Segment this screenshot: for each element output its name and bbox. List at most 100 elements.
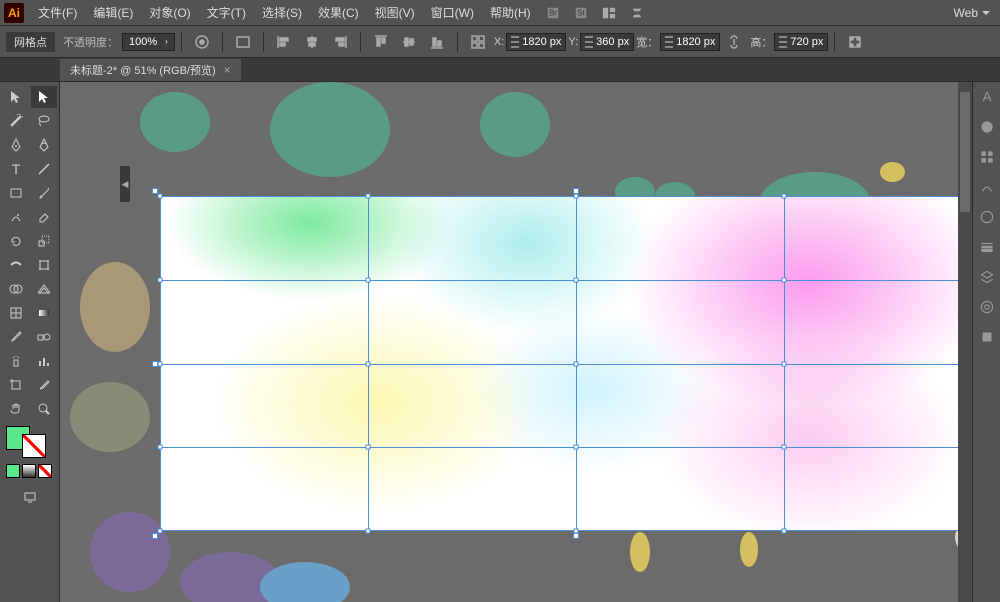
curvature-tool[interactable] (31, 134, 57, 156)
document-tab-title: 未标题-2* @ 51% (RGB/预览) (70, 62, 216, 78)
right-panel-strip: A (972, 82, 1000, 602)
appearance-panel-icon[interactable] (978, 298, 996, 316)
graphic-styles-panel-icon[interactable] (978, 328, 996, 346)
bridge-icon[interactable]: Br (541, 3, 565, 23)
h-label: 高： (750, 34, 772, 50)
rotate-tool[interactable] (3, 230, 29, 252)
w-input[interactable]: 1820 px (660, 33, 720, 51)
menu-object[interactable]: 对象(O) (141, 4, 198, 21)
stroke-panel-icon[interactable] (978, 238, 996, 256)
width-tool[interactable] (3, 254, 29, 276)
workspace-switcher[interactable]: Web (948, 6, 996, 20)
slice-tool[interactable] (31, 374, 57, 396)
mesh-object[interactable] (160, 196, 972, 531)
h-input[interactable]: 720 px (774, 33, 828, 51)
align-hcenter-icon[interactable] (300, 30, 324, 54)
splat-decoration (140, 92, 210, 152)
align-top-icon[interactable] (369, 30, 393, 54)
scrollbar-thumb[interactable] (960, 92, 970, 212)
color-mode-icon[interactable] (6, 464, 20, 478)
lasso-tool[interactable] (31, 110, 57, 132)
menu-window[interactable]: 窗口(W) (423, 4, 482, 21)
rectangle-tool[interactable] (3, 182, 29, 204)
selection-tool[interactable] (3, 86, 29, 108)
pen-tool[interactable] (3, 134, 29, 156)
gradient-mode-icon[interactable] (22, 464, 36, 478)
selection-mode-label: 网格点 (6, 32, 55, 52)
arrange-docs-icon[interactable] (597, 3, 621, 23)
transform-icon[interactable] (466, 30, 490, 54)
menu-view[interactable]: 视图(V) (367, 4, 423, 21)
menu-edit[interactable]: 编辑(E) (85, 4, 141, 21)
perspective-grid-tool[interactable] (31, 278, 57, 300)
screen-mode-icon[interactable] (17, 486, 43, 508)
eraser-tool[interactable] (31, 206, 57, 228)
svg-text:A: A (982, 90, 991, 105)
menu-select[interactable]: 选择(S) (254, 4, 310, 21)
mesh-tool[interactable] (3, 302, 29, 324)
menubar: Ai 文件(F) 编辑(E) 对象(O) 文字(T) 选择(S) 效果(C) 视… (0, 0, 1000, 26)
align-left-icon[interactable] (272, 30, 296, 54)
splat-decoration (330, 102, 370, 137)
color-panel-icon[interactable] (978, 118, 996, 136)
vertical-scrollbar[interactable] (958, 82, 972, 602)
shaper-tool[interactable] (3, 206, 29, 228)
recolor-icon[interactable] (190, 30, 214, 54)
splat-decoration (480, 92, 550, 157)
y-label: Y: (568, 36, 578, 48)
splat-decoration (630, 532, 650, 572)
opacity-label: 不透明度： (63, 34, 118, 50)
document-tab[interactable]: 未标题-2* @ 51% (RGB/预览) × (60, 59, 241, 81)
line-tool[interactable] (31, 158, 57, 180)
scale-tool[interactable] (31, 230, 57, 252)
splat-decoration (80, 262, 150, 352)
eyedropper-tool[interactable] (3, 326, 29, 348)
x-label: X: (494, 36, 504, 48)
paintbrush-tool[interactable] (31, 182, 57, 204)
symbols-panel-icon[interactable] (978, 208, 996, 226)
svg-text:St: St (577, 8, 585, 17)
control-bar: 网格点 不透明度： 100%› X: 1820 px Y: 360 px 宽： … (0, 26, 1000, 58)
gradient-tool[interactable] (31, 302, 57, 324)
splat-decoration (70, 382, 150, 452)
direct-selection-tool[interactable] (31, 86, 57, 108)
align-right-icon[interactable] (328, 30, 352, 54)
column-graph-tool[interactable] (31, 350, 57, 372)
menu-file[interactable]: 文件(F) (30, 4, 85, 21)
opacity-input[interactable]: 100%› (122, 33, 175, 51)
splat-decoration (90, 512, 170, 592)
link-wh-icon[interactable] (722, 30, 746, 54)
gpu-icon[interactable] (625, 3, 649, 23)
shape-options-icon[interactable] (843, 30, 867, 54)
toolbox: T (0, 82, 60, 602)
zoom-tool[interactable] (31, 398, 57, 420)
menu-effect[interactable]: 效果(C) (310, 4, 367, 21)
blend-tool[interactable] (31, 326, 57, 348)
menu-type[interactable]: 文字(T) (199, 4, 254, 21)
x-input[interactable]: 1820 px (506, 33, 566, 51)
menu-help[interactable]: 帮助(H) (482, 4, 539, 21)
align-vcenter-icon[interactable] (397, 30, 421, 54)
brushes-panel-icon[interactable] (978, 178, 996, 196)
fill-stroke-swatches[interactable] (2, 422, 57, 462)
close-icon[interactable]: × (224, 63, 231, 77)
splat-decoration (270, 82, 390, 177)
type-tool[interactable]: T (3, 158, 29, 180)
canvas[interactable]: ◀ (60, 82, 972, 602)
swatches-panel-icon[interactable] (978, 148, 996, 166)
symbol-sprayer-tool[interactable] (3, 350, 29, 372)
artboard-tool[interactable] (3, 374, 29, 396)
layers-panel-icon[interactable] (978, 268, 996, 286)
svg-text:T: T (11, 161, 20, 177)
magic-wand-tool[interactable] (3, 110, 29, 132)
align-bottom-icon[interactable] (425, 30, 449, 54)
stroke-swatch[interactable] (22, 434, 46, 458)
properties-panel-icon[interactable]: A (978, 88, 996, 106)
free-transform-tool[interactable] (31, 254, 57, 276)
y-input[interactable]: 360 px (580, 33, 634, 51)
align-to-icon[interactable] (231, 30, 255, 54)
shape-builder-tool[interactable] (3, 278, 29, 300)
hand-tool[interactable] (3, 398, 29, 420)
stock-icon[interactable]: St (569, 3, 593, 23)
none-mode-icon[interactable] (38, 464, 52, 478)
